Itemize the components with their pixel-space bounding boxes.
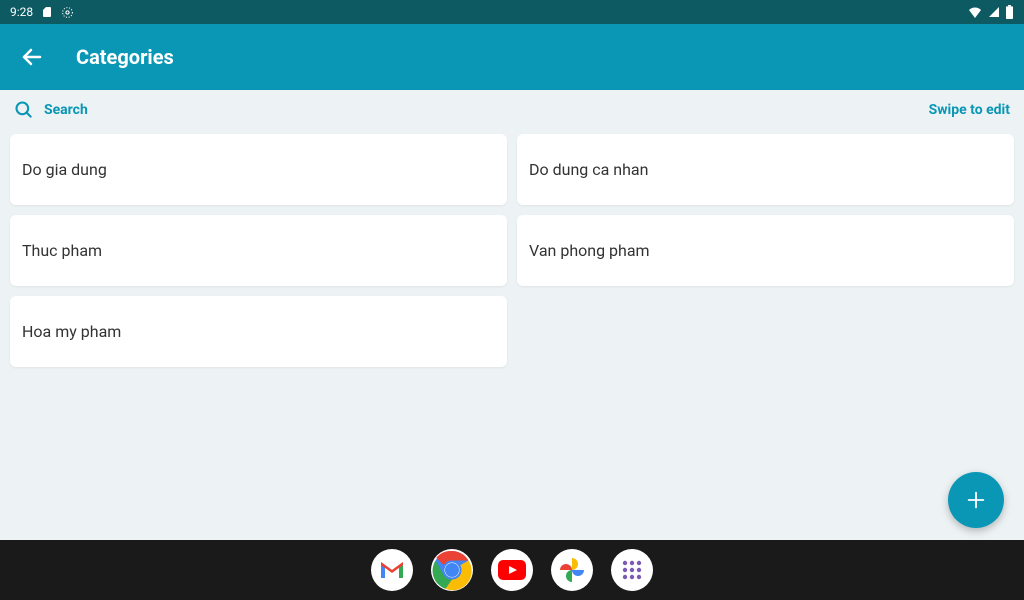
youtube-app-icon[interactable]	[491, 549, 533, 591]
status-time: 9:28	[10, 5, 33, 19]
category-card[interactable]: Do gia dung	[10, 134, 507, 205]
category-name: Do gia dung	[22, 160, 107, 179]
categories-grid: Do gia dung Do dung ca nhan Thuc pham Va…	[0, 128, 1024, 373]
status-bar: 9:28	[0, 0, 1024, 24]
category-card[interactable]: Thuc pham	[10, 215, 507, 286]
category-card[interactable]: Van phong pham	[517, 215, 1014, 286]
category-card[interactable]: Hoa my pham	[10, 296, 507, 367]
app-drawer-icon[interactable]	[611, 549, 653, 591]
plus-icon	[965, 489, 987, 511]
sd-card-icon	[41, 6, 53, 18]
back-button[interactable]	[12, 37, 52, 77]
search-row: Search Swipe to edit	[0, 90, 1024, 128]
swipe-edit-label: Swipe to edit	[929, 102, 1010, 118]
app-bar: Categories	[0, 24, 1024, 90]
add-button[interactable]	[948, 472, 1004, 528]
photos-app-icon[interactable]	[551, 549, 593, 591]
gear-icon	[61, 6, 74, 19]
battery-icon	[1005, 5, 1014, 19]
search-label: Search	[44, 102, 88, 118]
category-name: Do dung ca nhan	[529, 160, 648, 179]
gmail-app-icon[interactable]	[371, 549, 413, 591]
category-name: Van phong pham	[529, 241, 650, 260]
chrome-app-icon[interactable]	[431, 549, 473, 591]
category-name: Hoa my pham	[22, 322, 121, 341]
wifi-icon	[967, 6, 983, 18]
search-icon	[14, 100, 34, 120]
search-button[interactable]: Search	[14, 100, 88, 120]
nav-dock	[0, 540, 1024, 600]
arrow-left-icon	[20, 45, 44, 69]
category-name: Thuc pham	[22, 241, 102, 260]
signal-icon	[987, 6, 1001, 18]
category-card[interactable]: Do dung ca nhan	[517, 134, 1014, 205]
page-title: Categories	[76, 45, 174, 69]
